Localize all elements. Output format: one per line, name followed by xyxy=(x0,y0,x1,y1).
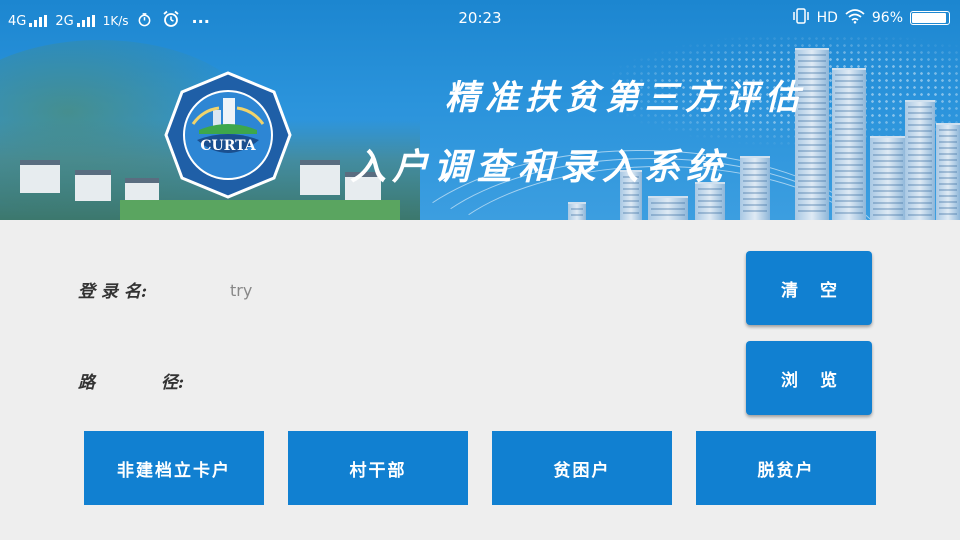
city-building xyxy=(648,196,688,220)
login-name-input[interactable] xyxy=(228,276,712,304)
city-building xyxy=(568,202,586,220)
title-line-2: 入户调查和录入系统 xyxy=(350,146,729,188)
wifi-icon xyxy=(845,8,865,28)
village-house xyxy=(20,160,60,193)
category-button-poor-household[interactable]: 贫困户 xyxy=(492,431,672,505)
village-house xyxy=(300,160,340,195)
village-house xyxy=(75,170,111,201)
path-label: 路 径: xyxy=(78,373,185,393)
city-building xyxy=(870,136,906,220)
city-building xyxy=(740,156,770,220)
header-banner: 4G 2G 1K/s ··· 20:23 HD 96% CURTA 精准扶贫第三… xyxy=(0,0,960,220)
status-bar: 4G 2G 1K/s ··· 20:23 HD 96% xyxy=(0,0,960,36)
battery-percent: 96% xyxy=(871,10,903,26)
city-building xyxy=(832,68,866,220)
battery-icon xyxy=(910,11,950,25)
city-building xyxy=(905,100,935,220)
clear-button[interactable]: 清空 xyxy=(746,251,872,325)
hd-indicator: HD xyxy=(816,10,838,26)
path-input[interactable] xyxy=(228,366,712,394)
curta-logo: CURTA xyxy=(164,71,292,199)
city-building xyxy=(936,123,960,220)
login-name-label: 登 录 名: xyxy=(78,282,148,302)
logo-text: CURTA xyxy=(200,138,256,154)
browse-button[interactable]: 浏览 xyxy=(746,341,872,415)
vibrate-icon xyxy=(792,8,810,28)
category-button-non-registered-household[interactable]: 非建档立卡户 xyxy=(84,431,264,505)
title-line-1: 精准扶贫第三方评估 xyxy=(445,78,805,118)
green-field xyxy=(120,200,400,220)
category-button-out-of-poverty-household[interactable]: 脱贫户 xyxy=(696,431,876,505)
category-button-village-cadre[interactable]: 村干部 xyxy=(288,431,468,505)
